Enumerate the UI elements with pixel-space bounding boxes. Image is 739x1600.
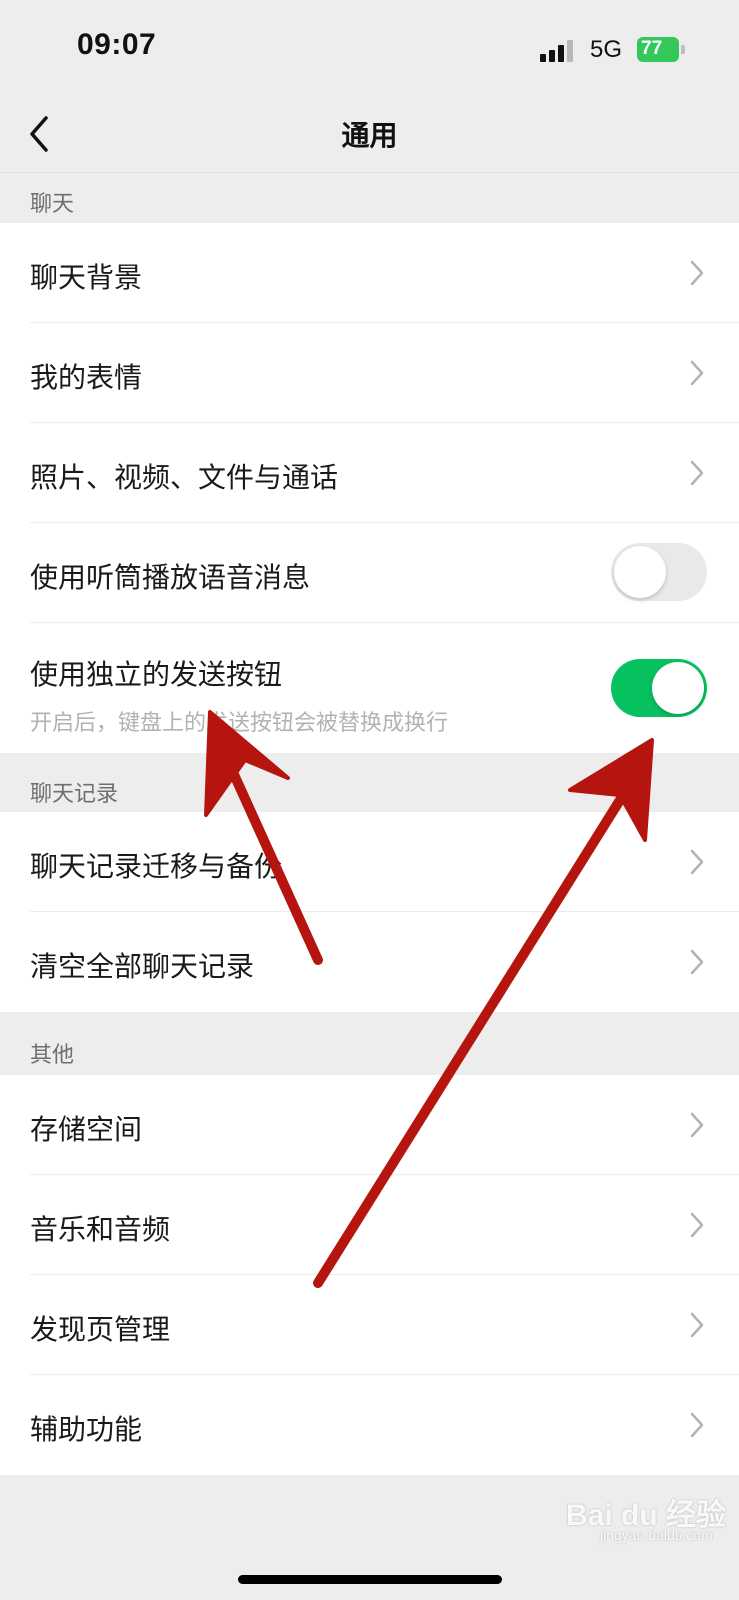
home-indicator[interactable] [238, 1575, 502, 1584]
status-bar: 09:07 5G 77 [0, 0, 739, 100]
watermark-url: jingyan.baidu.com [600, 1527, 713, 1543]
row-label: 聊天背景 [30, 261, 143, 294]
chevron-right-icon [690, 1212, 704, 1238]
row-label: 聊天记录迁移与备份 [30, 850, 283, 883]
row-separate-send-button: 使用独立的发送按钮 开启后，键盘上的发送按钮会被替换成换行 [0, 623, 739, 753]
row-photos-videos-files-calls[interactable]: 照片、视频、文件与通话 [0, 423, 739, 523]
status-time: 09:07 [77, 28, 157, 61]
section-header-other: 其他 [30, 1043, 75, 1068]
battery-level: 77 [641, 38, 663, 59]
toggle-knob [652, 662, 704, 714]
row-migrate-backup[interactable]: 聊天记录迁移与备份 [0, 812, 739, 912]
chevron-right-icon [690, 460, 704, 486]
toggle-knob [614, 546, 666, 598]
row-sublabel: 开启后，键盘上的发送按钮会被替换成换行 [30, 711, 449, 736]
row-discover-management[interactable]: 发现页管理 [0, 1275, 739, 1375]
signal-icon [540, 40, 580, 62]
row-label: 使用独立的发送按钮 [30, 658, 283, 691]
chevron-right-icon [690, 260, 704, 286]
row-accessibility[interactable]: 辅助功能 [0, 1375, 739, 1475]
earpiece-toggle[interactable] [611, 543, 707, 601]
section-header-chat-history: 聊天记录 [30, 782, 119, 807]
row-label: 使用听筒播放语音消息 [30, 561, 311, 594]
row-label: 我的表情 [30, 361, 143, 394]
row-label: 存储空间 [30, 1113, 143, 1146]
chevron-right-icon [690, 949, 704, 975]
row-clear-history[interactable]: 清空全部聊天记录 [0, 912, 739, 1012]
row-my-stickers[interactable]: 我的表情 [0, 323, 739, 423]
row-chat-background[interactable]: 聊天背景 [0, 223, 739, 323]
section-header-chat: 聊天 [30, 192, 75, 217]
network-type: 5G [590, 36, 623, 63]
chevron-right-icon [690, 1112, 704, 1138]
chevron-right-icon [690, 360, 704, 386]
row-label: 发现页管理 [30, 1313, 171, 1346]
row-label: 音乐和音频 [30, 1213, 171, 1246]
nav-bar: 通用 [0, 100, 739, 173]
row-label: 清空全部聊天记录 [30, 950, 255, 983]
send-button-toggle[interactable] [611, 659, 707, 717]
chevron-right-icon [690, 1312, 704, 1338]
row-storage[interactable]: 存储空间 [0, 1075, 739, 1175]
group-chat: 聊天背景 我的表情 照片、视频、文件与通话 使用听筒播放语音消息 使用独立的发送… [0, 223, 739, 753]
row-earpiece-voice: 使用听筒播放语音消息 [0, 523, 739, 623]
chevron-right-icon [690, 1412, 704, 1438]
group-chat-history: 聊天记录迁移与备份 清空全部聊天记录 [0, 812, 739, 1012]
row-label: 照片、视频、文件与通话 [30, 461, 339, 494]
row-music-audio[interactable]: 音乐和音频 [0, 1175, 739, 1275]
row-label: 辅助功能 [30, 1413, 143, 1446]
battery-icon: 77 [637, 37, 685, 62]
group-other: 存储空间 音乐和音频 发现页管理 辅助功能 [0, 1075, 739, 1475]
chevron-right-icon [690, 849, 704, 875]
page-title: 通用 [341, 119, 398, 152]
